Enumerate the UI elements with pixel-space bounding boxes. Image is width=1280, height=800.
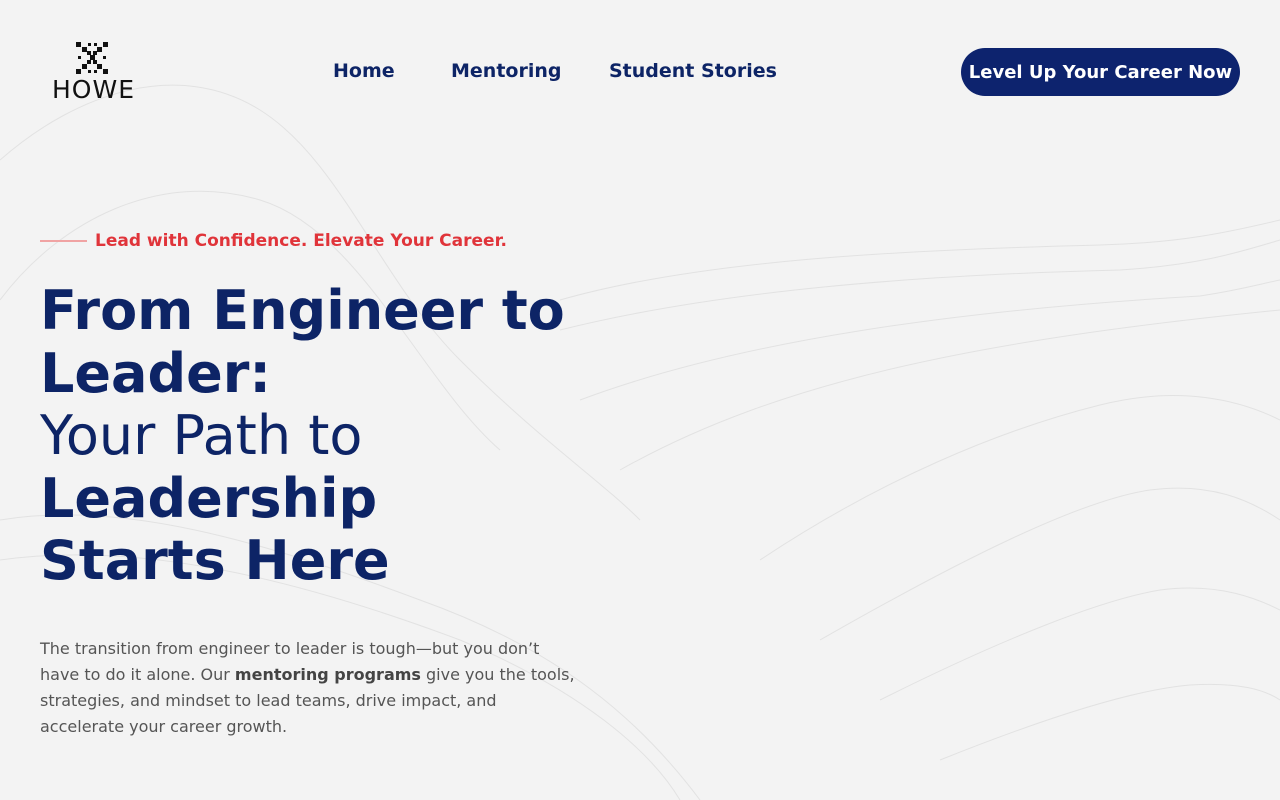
nav-item-student-stories[interactable]: Student Stories [609,58,777,84]
dotted-x-logo-icon [76,42,108,74]
mentoring-programs-emphasis: mentoring programs [234,665,421,684]
nav-item-mentoring[interactable]: Mentoring [451,58,561,84]
headline-line-2: Leader: [40,341,271,405]
headline-line-3: Your Path to [40,404,363,467]
level-up-career-button[interactable]: Level Up Your Career Now [961,48,1240,96]
hero-headline: From Engineer to Leader: Your Path to Le… [40,279,600,593]
tagline: Lead with Confidence. Elevate Your Caree… [40,231,507,251]
hero-description: The transition from engineer to leader i… [40,636,580,740]
brand-name: HOWE [52,75,135,104]
tagline-divider [40,240,87,242]
headline-line-5: Starts Here [40,529,390,592]
headline-line-1: From Engineer to [40,279,565,342]
nav-item-home[interactable]: Home [333,58,395,84]
tagline-text: Lead with Confidence. Elevate Your Caree… [95,231,507,251]
headline-line-4: Leadership [40,466,378,530]
brand-logo[interactable]: HOWE [50,40,136,106]
